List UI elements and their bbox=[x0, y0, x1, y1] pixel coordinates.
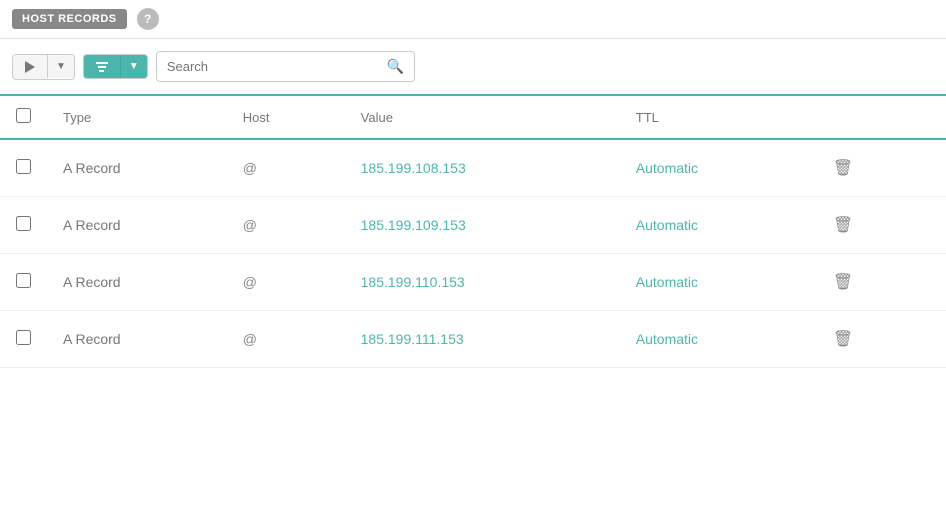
table-row: A Record @ 185.199.111.153 Automatic 🗑 bbox=[0, 311, 946, 368]
trash-icon: 🗑 bbox=[833, 274, 853, 291]
row-host: @ bbox=[227, 197, 345, 254]
play-btn-group: ▼ bbox=[12, 54, 75, 80]
column-value: Value bbox=[345, 96, 620, 139]
row-ttl: Automatic bbox=[620, 197, 809, 254]
filter-chevron-icon: ▼ bbox=[129, 61, 139, 72]
header-checkbox-cell bbox=[0, 96, 47, 139]
chevron-down-icon: ▼ bbox=[56, 61, 66, 72]
delete-button-2[interactable]: 🗑 bbox=[825, 268, 861, 296]
search-box: 🔍 bbox=[156, 51, 415, 82]
column-ttl: TTL bbox=[620, 96, 809, 139]
row-checkbox-cell bbox=[0, 139, 47, 197]
table-header-row: Type Host Value TTL bbox=[0, 96, 946, 139]
row-value: 185.199.111.153 bbox=[345, 311, 620, 368]
row-value: 185.199.108.153 bbox=[345, 139, 620, 197]
help-icon[interactable]: ? bbox=[137, 8, 159, 30]
records-table: Type Host Value TTL A Record @ 185.199.1… bbox=[0, 96, 946, 368]
select-all-checkbox[interactable] bbox=[16, 108, 31, 123]
host-records-badge: HOST RECORDS bbox=[12, 9, 127, 29]
row-actions: 🗑 bbox=[809, 254, 946, 311]
search-button[interactable]: 🔍 bbox=[377, 52, 414, 81]
table-row: A Record @ 185.199.110.153 Automatic 🗑 bbox=[0, 254, 946, 311]
row-value: 185.199.110.153 bbox=[345, 254, 620, 311]
column-host: Host bbox=[227, 96, 345, 139]
table-row: A Record @ 185.199.108.153 Automatic 🗑 bbox=[0, 139, 946, 197]
row-host: @ bbox=[227, 254, 345, 311]
row-checkbox-cell bbox=[0, 197, 47, 254]
play-button[interactable] bbox=[13, 55, 47, 79]
search-icon: 🔍 bbox=[387, 58, 404, 74]
table-row: A Record @ 185.199.109.153 Automatic 🗑 bbox=[0, 197, 946, 254]
toolbar: ▼ ▼ 🔍 bbox=[0, 39, 946, 96]
filter-icon bbox=[96, 62, 108, 72]
row-ttl: Automatic bbox=[620, 139, 809, 197]
row-value: 185.199.109.153 bbox=[345, 197, 620, 254]
trash-icon: 🗑 bbox=[833, 217, 853, 234]
delete-button-3[interactable]: 🗑 bbox=[825, 325, 861, 353]
row-type: A Record bbox=[47, 197, 227, 254]
row-host: @ bbox=[227, 139, 345, 197]
filter-btn-group: ▼ bbox=[83, 54, 148, 79]
trash-icon: 🗑 bbox=[833, 331, 853, 348]
delete-button-0[interactable]: 🗑 bbox=[825, 154, 861, 182]
column-actions bbox=[809, 96, 946, 139]
row-type: A Record bbox=[47, 139, 227, 197]
filter-button[interactable] bbox=[84, 56, 120, 78]
row-actions: 🗑 bbox=[809, 139, 946, 197]
column-type: Type bbox=[47, 96, 227, 139]
row-ttl: Automatic bbox=[620, 311, 809, 368]
row-checkbox-cell bbox=[0, 254, 47, 311]
row-ttl: Automatic bbox=[620, 254, 809, 311]
row-checkbox-3[interactable] bbox=[16, 330, 31, 345]
row-actions: 🗑 bbox=[809, 311, 946, 368]
row-actions: 🗑 bbox=[809, 197, 946, 254]
row-checkbox-cell bbox=[0, 311, 47, 368]
trash-icon: 🗑 bbox=[833, 160, 853, 177]
row-checkbox-0[interactable] bbox=[16, 159, 31, 174]
row-type: A Record bbox=[47, 254, 227, 311]
search-input[interactable] bbox=[157, 53, 377, 80]
delete-button-1[interactable]: 🗑 bbox=[825, 211, 861, 239]
header-bar: HOST RECORDS ? bbox=[0, 0, 946, 39]
row-host: @ bbox=[227, 311, 345, 368]
row-checkbox-2[interactable] bbox=[16, 273, 31, 288]
filter-dropdown-arrow[interactable]: ▼ bbox=[120, 55, 147, 78]
row-type: A Record bbox=[47, 311, 227, 368]
row-checkbox-1[interactable] bbox=[16, 216, 31, 231]
play-icon bbox=[25, 61, 35, 73]
play-dropdown-arrow[interactable]: ▼ bbox=[47, 55, 74, 78]
